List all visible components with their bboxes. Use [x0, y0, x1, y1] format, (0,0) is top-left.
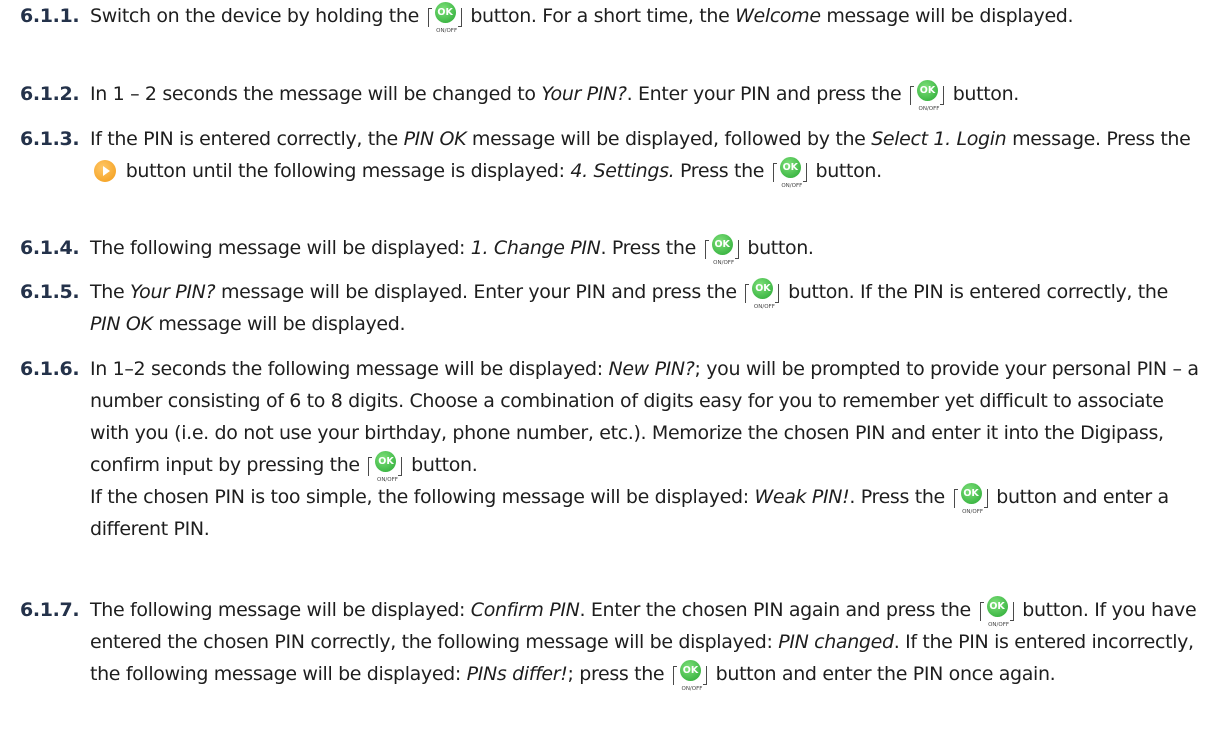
step-6-1-2: 6.1.2. In 1 – 2 seconds the message will… [20, 78, 1200, 112]
ok-button-icon: OK ON/OFF [672, 660, 707, 692]
step-text: Switch on the device by holding the OK ON… [20, 0, 1200, 34]
step-6-1-6: 6.1.6. In 1–2 seconds the following mess… [20, 353, 1200, 545]
step-6-1-4: 6.1.4. The following message will be dis… [20, 232, 1200, 266]
step-6-1-5: 6.1.5. The Your PIN? message will be dis… [20, 276, 1200, 340]
ok-button-icon: OK ON/OFF [979, 596, 1014, 628]
step-number: 6.1.6. [20, 358, 80, 380]
step-number: 6.1.3. [20, 128, 80, 150]
instructions-page: 6.1.1. Switch on the device by holding t… [0, 0, 1208, 756]
step-number: 6.1.5. [20, 281, 80, 303]
step-text: In 1–2 seconds the following message wil… [90, 358, 1199, 540]
step-text: In 1 – 2 seconds the message will be cha… [20, 78, 1200, 112]
step-number: 6.1.4. [20, 237, 80, 259]
ok-button-icon: OK ON/OFF [745, 278, 780, 310]
step-6-1-7: 6.1.7. The following message will be dis… [20, 594, 1200, 692]
step-text: If the PIN is entered correctly, the PIN… [90, 128, 1191, 189]
ok-button-icon: OK ON/OFF [953, 483, 988, 515]
step-number: 6.1.1. [20, 5, 80, 27]
ok-button-icon: OK ON/OFF [368, 451, 403, 483]
step-text: The following message will be displayed:… [20, 594, 1200, 692]
step-6-1-1: 6.1.1. Switch on the device by holding t… [20, 0, 1200, 34]
ok-button-icon: OK ON/OFF [704, 234, 739, 266]
next-arrow-button-icon [94, 160, 116, 182]
step-number: 6.1.2. [20, 83, 80, 105]
ok-button-icon: OK ON/OFF [909, 80, 944, 112]
step-6-1-3: 6.1.3. If the PIN is entered correctly, … [20, 123, 1200, 189]
step-text: The following message will be displayed:… [20, 232, 1200, 266]
ok-button-icon: OK ON/OFF [772, 157, 807, 189]
step-text: The Your PIN? message will be displayed.… [20, 276, 1200, 340]
ok-button-icon: OK ON/OFF [427, 2, 462, 34]
step-number: 6.1.7. [20, 599, 80, 621]
